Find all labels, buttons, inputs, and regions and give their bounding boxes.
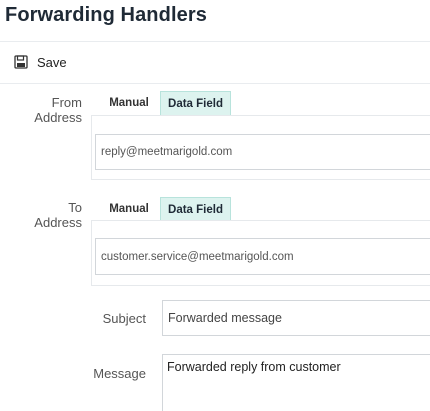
page-title: Forwarding Handlers xyxy=(5,4,207,26)
message-textarea[interactable]: Forwarded reply from customer xyxy=(162,354,430,411)
to-tab-manual[interactable]: Manual xyxy=(100,197,158,221)
to-address-label: To Address xyxy=(30,200,82,230)
save-label: Save xyxy=(37,54,67,70)
title-divider xyxy=(0,41,430,42)
subject-label: Subject xyxy=(102,311,146,326)
to-address-label-line2: Address xyxy=(34,215,82,230)
from-address-label-line2: Address xyxy=(34,110,82,125)
subject-input[interactable]: Forwarded message xyxy=(162,300,430,336)
from-address-label: From Address xyxy=(30,95,82,125)
from-tab-data-field[interactable]: Data Field xyxy=(160,91,231,115)
message-label: Message xyxy=(93,366,146,381)
to-address-input[interactable]: customer.service@meetmarigold.com xyxy=(95,238,430,275)
save-button[interactable]: Save xyxy=(14,50,67,74)
toolbar-divider xyxy=(0,83,430,84)
from-address-label-line1: From xyxy=(51,95,82,110)
floppy-disk-icon xyxy=(14,55,28,69)
from-tab-manual[interactable]: Manual xyxy=(100,91,158,115)
to-address-label-line1: To xyxy=(68,200,82,215)
from-address-input[interactable]: reply@meetmarigold.com xyxy=(95,134,430,170)
to-tab-data-field[interactable]: Data Field xyxy=(160,197,231,221)
